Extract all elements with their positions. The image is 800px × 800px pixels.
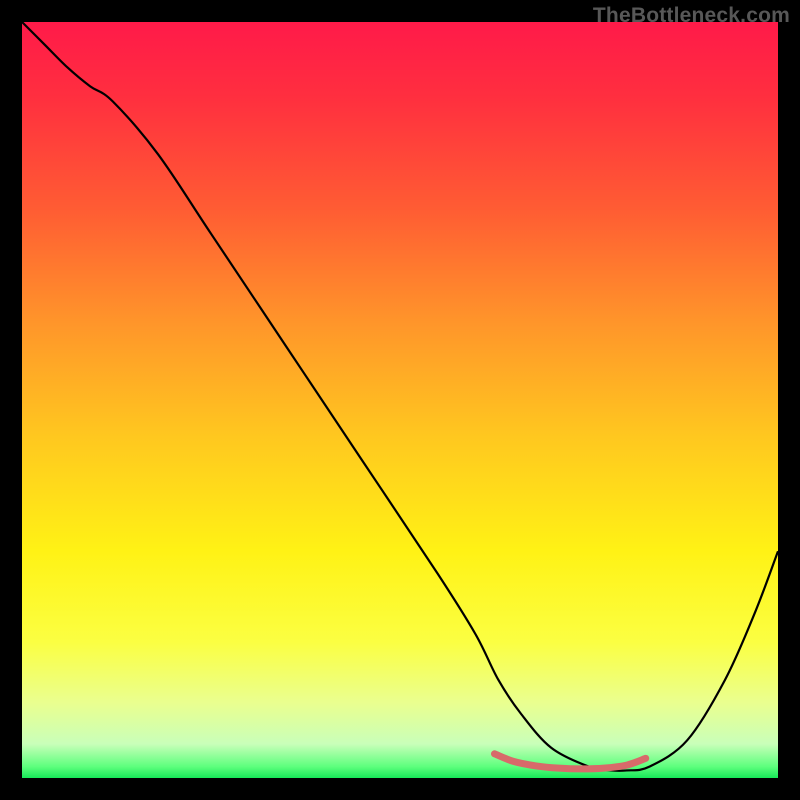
- chart-background-gradient: [22, 22, 778, 778]
- watermark-text: TheBottleneck.com: [593, 4, 790, 28]
- chart-plot-area: [22, 22, 778, 778]
- bottleneck-chart: [22, 22, 778, 778]
